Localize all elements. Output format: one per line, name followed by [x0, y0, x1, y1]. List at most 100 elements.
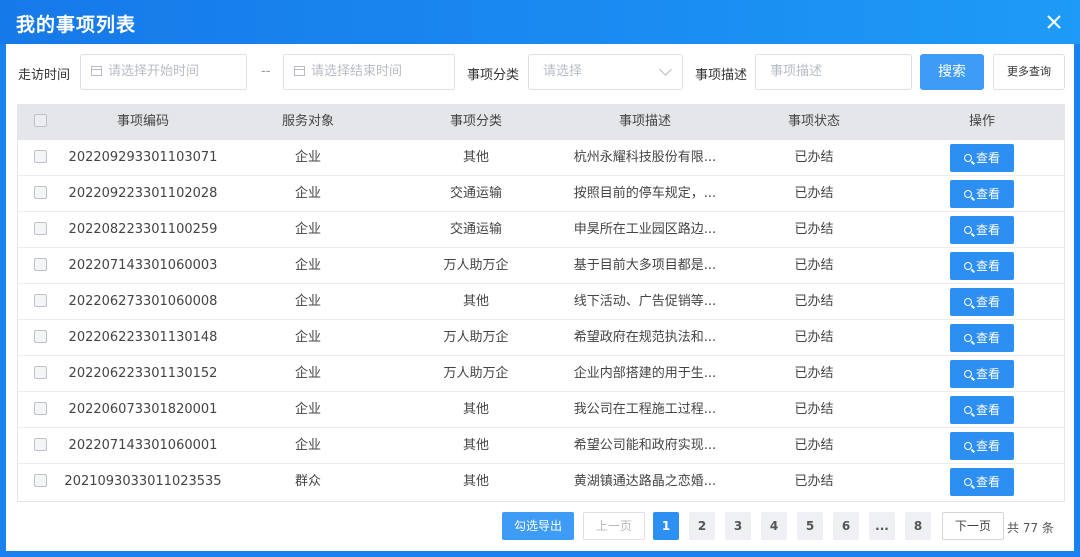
cell-code: 2021093033011023535 [64, 474, 222, 489]
search-button[interactable]: 搜索 [920, 54, 984, 90]
cell-status: 已办结 [794, 438, 834, 453]
table-row: 202207143301060001 企业 其他 希望公司能和政府实现... 已办结 查看 [18, 428, 1064, 464]
cell-status: 已办结 [794, 186, 834, 201]
search-icon [963, 154, 972, 162]
window-title: 我的事项列表 [16, 14, 137, 36]
cell-target: 企业 [294, 402, 321, 417]
page-button-6[interactable]: 6 [833, 512, 859, 540]
prev-page-button[interactable]: 上一页 [583, 512, 645, 540]
table-row: 202209223301102028 企业 交通运输 按照目前的停车规定，... 已办结… [18, 176, 1064, 212]
page-button-1[interactable]: 1 [653, 512, 679, 540]
cell-desc: 申昊所在工业园区路边... [573, 222, 717, 237]
view-button[interactable]: 查看 [950, 180, 1014, 208]
cell-desc: 线下活动、广告促销等... [573, 294, 717, 309]
cell-target: 群众 [294, 474, 321, 489]
cell-target: 企业 [294, 366, 321, 381]
search-icon [963, 226, 972, 234]
cell-desc: 我公司在工程施工过程... [573, 402, 717, 417]
page-button-5[interactable]: 5 [797, 512, 823, 540]
row-checkbox-cell [18, 284, 62, 320]
row-checkbox-cell [18, 212, 62, 248]
view-button[interactable]: 查看 [950, 432, 1014, 460]
page-button-8[interactable]: 8 [905, 512, 931, 540]
pagination: 勾选导出 上一页 1 2 3 4 5 6... 8 下一页 共 77 条 [0, 512, 1080, 540]
cell-desc: 按照目前的停车规定，... [573, 186, 717, 201]
row-checkbox[interactable] [33, 474, 47, 487]
cell-status: 已办结 [794, 150, 834, 165]
cell-status: 已办结 [794, 258, 834, 273]
view-button[interactable]: 查看 [950, 468, 1014, 496]
page-button-4[interactable]: 4 [761, 512, 787, 540]
start-time-input[interactable]: 请选择开始时间 [80, 54, 247, 90]
cell-code: 202209223301102028 [68, 186, 218, 201]
cell-desc: 企业内部搭建的用于生... [573, 366, 717, 381]
export-selected-button[interactable]: 勾选导出 [502, 512, 574, 540]
table-row: 202206223301130148 企业 万人助万企 希望政府在规范执法和... 已办… [18, 320, 1064, 356]
view-button[interactable]: 查看 [950, 252, 1014, 280]
row-checkbox-cell [18, 428, 62, 464]
page-button-3[interactable]: 3 [725, 512, 751, 540]
more-query-button[interactable]: 更多查询 [993, 54, 1065, 90]
row-checkbox[interactable] [33, 330, 47, 343]
cell-category: 万人助万企 [443, 366, 509, 381]
cell-code: 202208223301100259 [68, 222, 218, 237]
row-checkbox[interactable] [33, 438, 47, 451]
page-button-2[interactable]: 2 [689, 512, 715, 540]
view-button[interactable]: 查看 [950, 144, 1014, 172]
cell-action: 查看 [898, 140, 1066, 176]
row-checkbox[interactable] [33, 402, 47, 415]
row-checkbox-cell [18, 176, 62, 212]
row-checkbox[interactable] [33, 258, 47, 271]
row-checkbox[interactable] [33, 186, 47, 199]
close-icon[interactable] [1042, 10, 1066, 34]
end-time-input[interactable]: 请选择结束时间 [283, 54, 455, 90]
search-icon [963, 442, 972, 450]
search-icon [963, 478, 972, 486]
row-checkbox-cell [18, 140, 62, 176]
table-row: 202206273301060008 企业 其他 线下活动、广告促销等... 已办结 查看 [18, 284, 1064, 320]
col-header-target: 服务对象 [281, 114, 334, 129]
view-label: 查看 [975, 223, 1000, 237]
start-time-placeholder: 请选择开始时间 [108, 64, 200, 79]
category-select[interactable]: 请选择 [528, 54, 683, 90]
cell-status: 已办结 [794, 222, 834, 237]
cell-code: 202207143301060003 [68, 258, 218, 273]
frame-left [0, 44, 6, 557]
cell-category: 其他 [462, 438, 489, 453]
view-button[interactable]: 查看 [950, 396, 1014, 424]
desc-input[interactable]: 事项描述 [755, 54, 912, 90]
row-checkbox[interactable] [33, 294, 47, 307]
cell-category: 其他 [462, 474, 489, 489]
cell-action: 查看 [898, 176, 1066, 212]
next-page-button[interactable]: 下一页 [942, 512, 1004, 540]
view-button[interactable]: 查看 [950, 360, 1014, 388]
view-button[interactable]: 查看 [950, 288, 1014, 316]
cell-action: 查看 [898, 284, 1066, 320]
col-header-action: 操作 [968, 114, 995, 129]
cell-status: 已办结 [794, 366, 834, 381]
view-button[interactable]: 查看 [950, 324, 1014, 352]
row-checkbox[interactable] [33, 366, 47, 379]
view-label: 查看 [975, 475, 1000, 489]
end-time-placeholder: 请选择结束时间 [311, 64, 403, 79]
view-label: 查看 [975, 331, 1000, 345]
view-label: 查看 [975, 259, 1000, 273]
view-button[interactable]: 查看 [950, 216, 1014, 244]
cell-code: 202207143301060001 [68, 438, 218, 453]
cell-category: 其他 [462, 402, 489, 417]
select-all-checkbox[interactable] [33, 114, 47, 127]
row-checkbox[interactable] [33, 222, 47, 235]
view-label: 查看 [975, 187, 1000, 201]
search-icon [963, 262, 972, 270]
table-row: 202207143301060003 企业 万人助万企 基于目前大多项目都是... 已办… [18, 248, 1064, 284]
row-checkbox[interactable] [33, 150, 47, 163]
cell-target: 企业 [294, 258, 321, 273]
row-checkbox-cell [18, 248, 62, 284]
cell-code: 202206073301820001 [68, 402, 218, 417]
category-label: 事项分类 [467, 68, 520, 83]
desc-placeholder: 事项描述 [770, 64, 823, 79]
table-header: 事项编码 服务对象 事项分类 事项描述 事项状态 操作 [18, 104, 1064, 140]
cell-desc: 杭州永耀科技股份有限... [573, 150, 717, 165]
page-ellipsis[interactable]: ... [869, 512, 895, 540]
cell-desc: 基于目前大多项目都是... [573, 258, 717, 273]
